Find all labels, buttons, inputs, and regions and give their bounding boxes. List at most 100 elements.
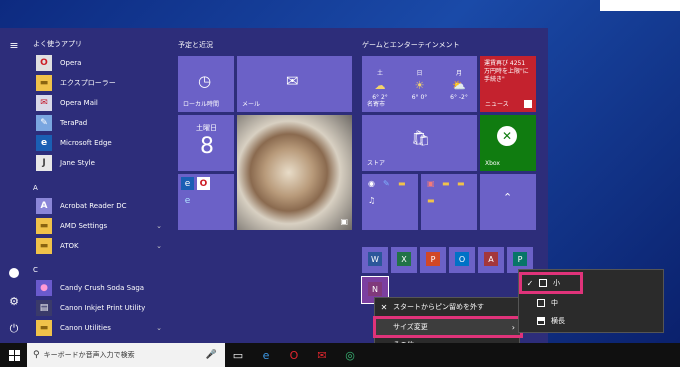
cloud-sun-icon: ☁	[374, 79, 386, 92]
tile-store[interactable]: 🛍 ストア	[362, 115, 477, 171]
app-item-candy-crush[interactable]: ● Candy Crush Soda Saga	[36, 279, 168, 296]
access-icon: A	[484, 252, 498, 266]
start-menu: ≡ ⚙ ⏻ よく使うアプリ O Opera ▬ エクスプローラー ✉ Opera…	[0, 28, 548, 343]
app-item-amd-settings[interactable]: ▬ AMD Settings ⌄	[36, 217, 168, 234]
cloud-sun-icon: ⛅	[452, 79, 466, 92]
small-app-icon: ▬	[442, 179, 450, 188]
hamburger-icon[interactable]: ≡	[7, 38, 21, 52]
tile-collapse[interactable]: ⌃	[480, 174, 536, 230]
calendar-date: 8	[200, 134, 214, 159]
group-title-games[interactable]: ゲームとエンターテインメント	[362, 40, 460, 50]
chevron-down-icon[interactable]: ⌄	[156, 324, 162, 332]
weather-day: 月 ⛅ 6° -2°	[445, 68, 473, 101]
chevron-down-icon[interactable]: ⌄	[156, 222, 162, 230]
small-app-icon: ✎	[383, 179, 390, 188]
app-item-label: Acrobat Reader DC	[60, 201, 127, 210]
powerpoint-icon: P	[426, 252, 440, 266]
mail-envelope-icon: ✉	[286, 72, 299, 90]
app-item-label: Opera Mail	[60, 98, 98, 107]
weather-high: 6°	[450, 94, 457, 101]
weather-day-label: 日	[416, 70, 423, 77]
small-app-icon: ▬	[398, 179, 406, 188]
tile-access[interactable]: A	[478, 247, 504, 273]
tile-word[interactable]: W	[362, 247, 388, 273]
tile-app-folder[interactable]: e O e	[178, 174, 234, 230]
app-item-label: ATOK	[60, 241, 79, 250]
settings-gear-icon[interactable]: ⚙	[7, 294, 21, 308]
weather-day: 日 ☀ 6° 0°	[406, 68, 434, 101]
app-taskbar-icon[interactable]: ◎	[340, 345, 360, 365]
chevron-down-icon[interactable]: ⌄	[156, 242, 162, 250]
app-item-canon-inkjet[interactable]: ▤ Canon Inkjet Print Utility	[36, 299, 168, 316]
weather-day-label: 月	[455, 70, 462, 77]
tile-excel[interactable]: X	[391, 247, 417, 273]
tile-mail[interactable]: ✉ メール	[237, 56, 352, 112]
microphone-icon[interactable]: 🎤	[206, 350, 217, 360]
tile-folder-small-2[interactable]: ▣ ▬ ▬ ▬	[421, 174, 477, 230]
app-item-label: Microsoft Edge	[60, 138, 112, 147]
app-item-opera-mail[interactable]: ✉ Opera Mail	[36, 94, 168, 111]
size-small-icon	[539, 279, 547, 287]
app-item-canon-utilities[interactable]: ▬ Canon Utilities ⌄	[36, 319, 168, 336]
section-a-header[interactable]: A	[33, 184, 38, 192]
group-title-schedule[interactable]: 予定と近況	[178, 40, 213, 50]
user-avatar-icon[interactable]	[7, 266, 21, 280]
edge-taskbar-icon[interactable]: e	[256, 345, 276, 365]
opera-icon: O	[197, 177, 210, 190]
terapad-icon: ✎	[36, 114, 52, 131]
app-item-jane-style[interactable]: J Jane Style	[36, 154, 168, 171]
power-icon[interactable]: ⏻	[7, 322, 21, 336]
desktop-window-fragment	[600, 0, 680, 11]
chevron-right-icon: ›	[511, 322, 515, 332]
weather-day: 土 ☁ 6° 2°	[366, 68, 394, 101]
size-option-label: 小	[553, 279, 560, 287]
tile-calendar[interactable]: 土曜日 8	[178, 115, 234, 171]
tile-label: メール	[242, 101, 261, 108]
excel-icon: X	[397, 252, 411, 266]
menu-item-resize[interactable]: サイズ変更 ›	[373, 316, 523, 338]
search-icon: ⚲	[33, 350, 40, 360]
menu-item-unpin[interactable]: ✕ スタートからピン留めを外す	[375, 298, 521, 316]
folder-icon: ▬	[36, 237, 52, 254]
tile-label: 名寄市	[367, 101, 386, 108]
tile-photos[interactable]: ▣	[237, 115, 352, 230]
word-icon: W	[368, 252, 382, 266]
size-option-small[interactable]: ✓ 小	[519, 272, 583, 294]
small-app-icon: ▬	[457, 179, 465, 188]
tile-outlook[interactable]: O	[449, 247, 475, 273]
alarm-clock-icon: ◷	[198, 72, 212, 90]
tile-xbox[interactable]: ✕ Xbox	[480, 115, 536, 171]
search-placeholder: キーボードか音声入力で検索	[43, 351, 135, 359]
app-item-opera[interactable]: O Opera	[36, 54, 168, 71]
section-c-header[interactable]: C	[33, 266, 38, 274]
windows-start-icon[interactable]	[4, 345, 24, 365]
opera-mail-icon: ✉	[36, 94, 52, 111]
size-option-wide[interactable]: 横長	[519, 312, 665, 330]
small-app-icon: ◉	[368, 179, 375, 188]
tile-alarm[interactable]: ◷ ローカル時間	[178, 56, 234, 112]
app-item-label: エクスプローラー	[60, 78, 116, 87]
opera-mail-taskbar-icon[interactable]: ✉	[312, 345, 332, 365]
taskbar: ⚲ キーボードか音声入力で検索 🎤 ▭ e O ✉ ◎	[0, 343, 680, 367]
app-item-explorer[interactable]: ▬ エクスプローラー	[36, 74, 168, 91]
tile-news[interactable]: 運賃再び 4251 万円時を上限"に手続き" ニュース	[480, 56, 536, 112]
tile-folder-small[interactable]: ◉ ✎ ▬ ♫	[362, 174, 418, 230]
chevron-up-icon: ⌃	[503, 191, 513, 204]
printer-icon: ▤	[36, 299, 52, 316]
app-item-edge[interactable]: e Microsoft Edge	[36, 134, 168, 151]
tile-label: ローカル時間	[183, 101, 220, 108]
weather-day-label: 土	[376, 70, 383, 77]
check-icon: ✓	[526, 278, 534, 288]
task-view-icon[interactable]: ▭	[228, 345, 248, 365]
taskbar-search-box[interactable]: ⚲ キーボードか音声入力で検索 🎤	[27, 343, 225, 367]
tile-powerpoint[interactable]: P	[420, 247, 446, 273]
app-item-terapad[interactable]: ✎ TeraPad	[36, 114, 168, 131]
size-option-medium[interactable]: 中	[519, 294, 665, 312]
tile-weather[interactable]: 土 ☁ 6° 2° 日 ☀ 6° 0° 月 ⛅ 6° -2° 名寄市	[362, 56, 477, 112]
jane-style-icon: J	[36, 154, 52, 171]
app-item-atok[interactable]: ▬ ATOK ⌄	[36, 237, 168, 254]
xbox-icon: ✕	[497, 126, 517, 146]
app-list: よく使うアプリ O Opera ▬ エクスプローラー ✉ Opera Mail …	[28, 28, 170, 343]
opera-taskbar-icon[interactable]: O	[284, 345, 304, 365]
app-item-acrobat[interactable]: A Acrobat Reader DC	[36, 197, 168, 214]
